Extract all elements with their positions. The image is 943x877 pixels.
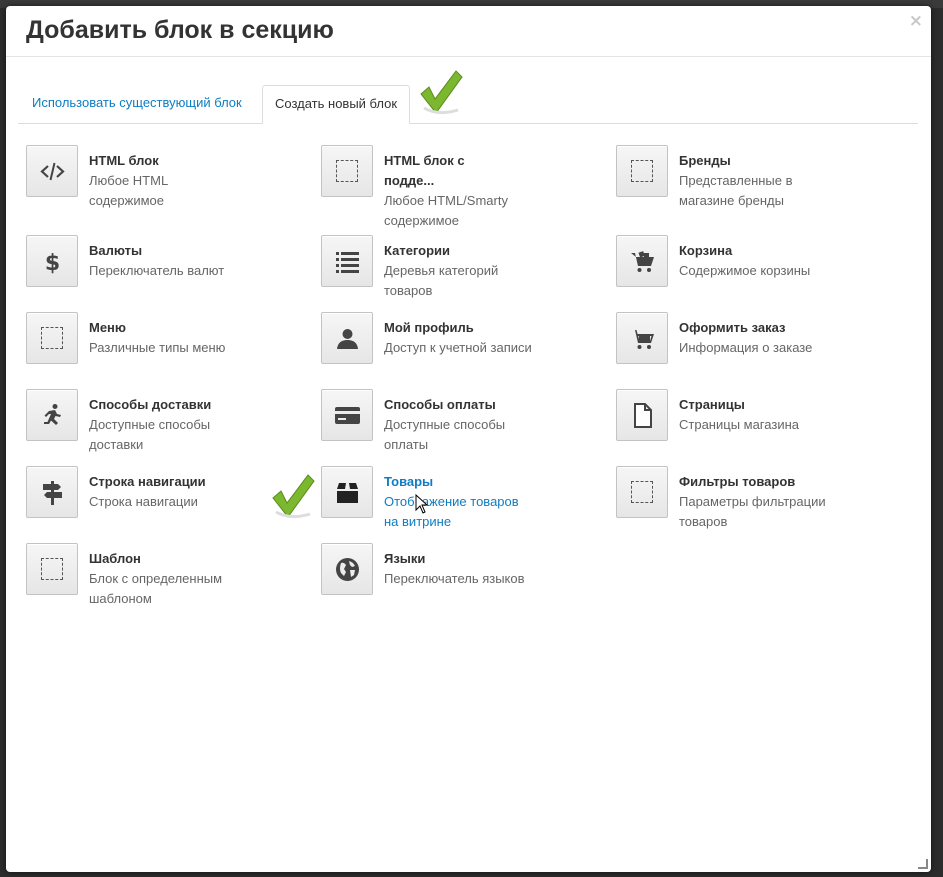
block-item-title[interactable]: Товары (384, 472, 559, 492)
code-icon[interactable] (26, 145, 78, 197)
block-item-description: Доступ к учетной записи (384, 340, 532, 355)
block-item-title[interactable]: Валюты (89, 241, 264, 261)
block-item[interactable]: Мой профиль Доступ к учетной записи (321, 312, 611, 382)
block-item-title[interactable]: Фильтры товаров (679, 472, 854, 492)
mouse-cursor-icon (415, 494, 429, 514)
block-item-description: Параметры фильтрации товаров (679, 494, 826, 529)
resize-handle[interactable] (918, 859, 928, 869)
checkmark-icon (420, 70, 463, 115)
credit-card-icon[interactable] (321, 389, 373, 441)
tab-create-new-block[interactable]: Создать новый блок (262, 85, 411, 124)
block-item-description: Доступные способы доставки (89, 417, 211, 452)
checkmark-icon (272, 474, 315, 519)
block-item[interactable]: Способы доставки Доступные способы доставк… (26, 389, 316, 459)
block-item-title[interactable]: Меню (89, 318, 264, 338)
globe-icon[interactable] (321, 543, 373, 595)
block-item[interactable]: Категории Деревья категорий товаров (321, 235, 611, 305)
block-item-description: Доступные способы оплаты (384, 417, 506, 452)
cart-icon[interactable] (616, 312, 668, 364)
close-icon[interactable]: × (909, 11, 923, 31)
block-item-description: Блок с определенным шаблоном (89, 571, 223, 606)
block-item-title[interactable]: Способы оплаты (384, 395, 559, 415)
block-item-title[interactable]: Корзина (679, 241, 854, 261)
block-item-description: Страницы магазина (679, 417, 799, 432)
dollar-icon[interactable]: $ (26, 235, 78, 287)
tab-bar: Использовать существующий блок Создать н… (18, 85, 918, 124)
block-item-description: Деревья категорий товаров (384, 263, 499, 298)
block-item-title[interactable]: Шаблон (89, 549, 264, 569)
dashed-square-icon[interactable] (321, 145, 373, 197)
dashed-square-icon[interactable] (26, 543, 78, 595)
block-item[interactable]: Меню Различные типы меню (26, 312, 316, 382)
block-item[interactable]: HTML блок Любое HTML содержимое (26, 145, 316, 215)
block-item-title[interactable]: HTML блок (89, 151, 264, 171)
user-icon[interactable] (321, 312, 373, 364)
block-item-title[interactable]: Мой профиль (384, 318, 559, 338)
dashed-square-icon[interactable] (26, 312, 78, 364)
block-item-description: Любое HTML содержимое (89, 173, 169, 208)
signpost-icon[interactable] (26, 466, 78, 518)
block-item-title[interactable]: Бренды (679, 151, 854, 171)
block-item-description: Содержимое корзины (679, 263, 811, 278)
block-item[interactable]: Бренды Представленные в магазине бренды (616, 145, 906, 215)
block-item[interactable]: HTML блок с подде... Любое HTML/Smarty соде… (321, 145, 611, 228)
block-item-title[interactable]: Категории (384, 241, 559, 261)
block-item[interactable]: Страницы Страницы магазина (616, 389, 906, 459)
block-item-description: Информация о заказе (679, 340, 813, 355)
block-item[interactable]: Языки Переключатель языков (321, 543, 611, 613)
block-item-title[interactable]: Страницы (679, 395, 854, 415)
block-item-description: Отображение товаров на витрине (384, 494, 519, 529)
block-item-title[interactable]: HTML блок с подде... (384, 151, 559, 191)
block-item[interactable]: Фильтры товаров Параметры фильтрации товар… (616, 466, 906, 536)
tab-use-existing-block[interactable]: Использовать существующий блок (20, 85, 254, 121)
box-icon[interactable] (321, 466, 373, 518)
block-item-description: Представленные в магазине бренды (679, 173, 793, 208)
block-item-title[interactable]: Строка навигации (89, 472, 264, 492)
block-item-title[interactable]: Языки (384, 549, 559, 569)
block-item-description: Переключатель валют (89, 263, 225, 278)
modal-title: Добавить блок в секцию (26, 16, 334, 44)
block-item-description: Различные типы меню (89, 340, 226, 355)
block-item-title[interactable]: Способы доставки (89, 395, 264, 415)
dashed-square-icon[interactable] (616, 466, 668, 518)
block-item-description: Переключатель языков (384, 571, 525, 586)
block-item-description: Строка навигации (89, 494, 198, 509)
block-item[interactable]: Способы оплаты Доступные способы оплаты (321, 389, 611, 459)
block-item[interactable]: Оформить заказ Информация о заказе (616, 312, 906, 382)
block-item[interactable]: $ Валюты Переключатель валют (26, 235, 316, 305)
cart-full-icon[interactable] (616, 235, 668, 287)
add-block-modal: Добавить блок в секцию × Использовать су… (6, 6, 931, 872)
svg-text:$: $ (45, 251, 60, 274)
block-item-description: Любое HTML/Smarty содержимое (384, 193, 508, 228)
dashed-square-icon[interactable] (616, 145, 668, 197)
modal-header: Добавить блок в секцию × (6, 6, 931, 57)
page-icon[interactable] (616, 389, 668, 441)
block-item[interactable]: Корзина Содержимое корзины (616, 235, 906, 305)
block-item[interactable]: Шаблон Блок с определенным шаблоном (26, 543, 316, 613)
running-man-icon[interactable] (26, 389, 78, 441)
block-item[interactable]: Товары Отображение товаров на витрине (321, 466, 611, 536)
list-icon[interactable] (321, 235, 373, 287)
block-item-title[interactable]: Оформить заказ (679, 318, 854, 338)
